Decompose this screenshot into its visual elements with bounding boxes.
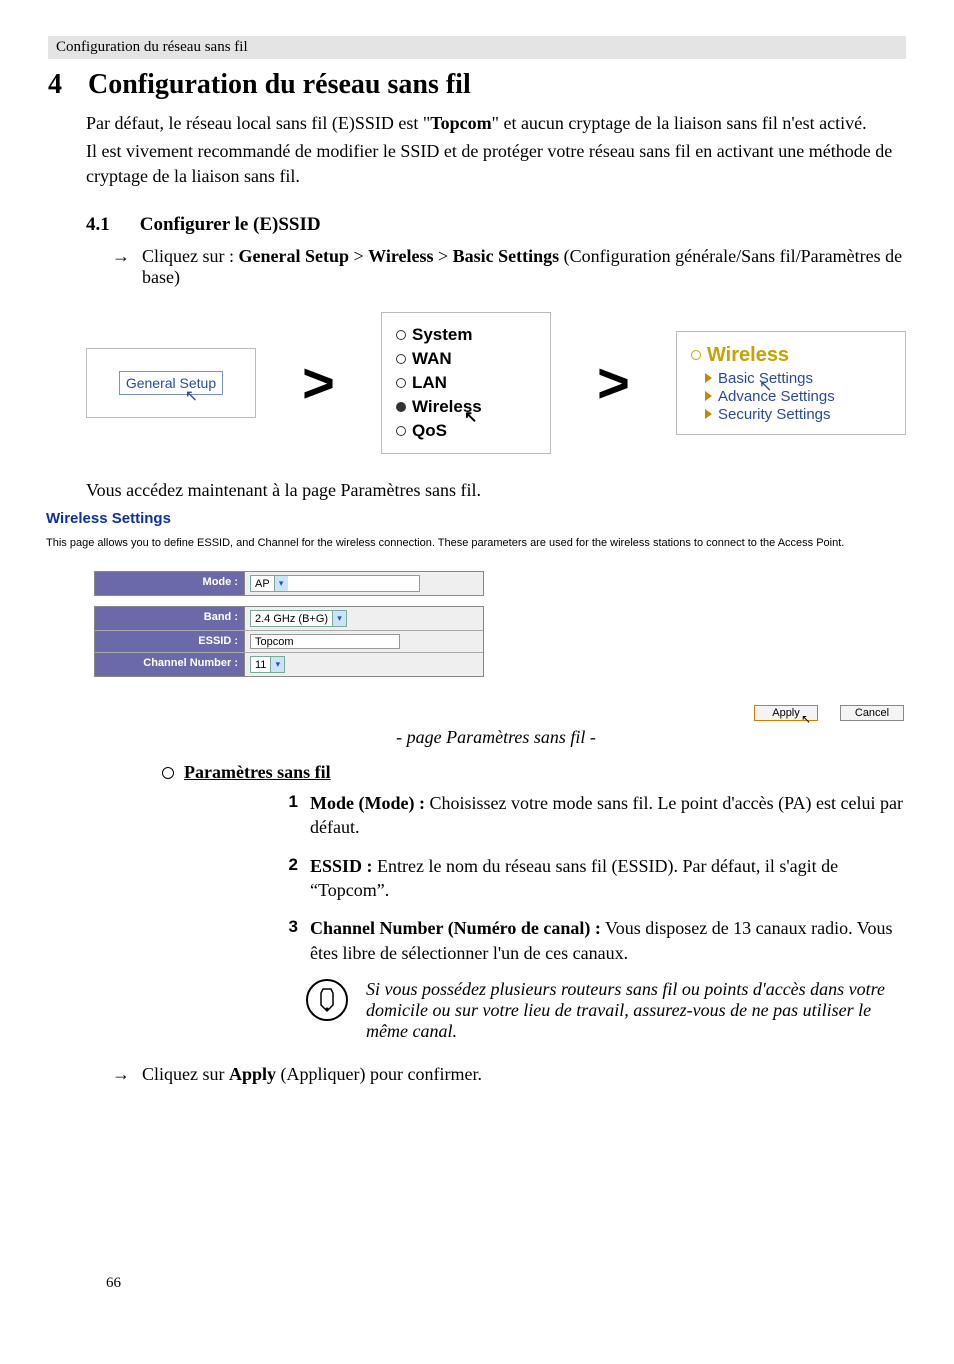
menu-item-wireless[interactable]: Wireless ↖ — [396, 397, 536, 417]
intro-paragraph-2: Il est vivement recommandé de modifier l… — [86, 139, 906, 188]
instruction-step-2: → Cliquez sur Apply (Appliquer) pour con… — [112, 1064, 906, 1085]
radio-unselected-icon — [396, 354, 406, 364]
chevron-right-icon: > — [302, 355, 335, 411]
select-value: 11 — [255, 659, 266, 671]
radio-unselected-icon — [396, 426, 406, 436]
chevron-down-icon: ▾ — [332, 611, 346, 626]
cancel-button[interactable]: Cancel — [840, 705, 904, 721]
note-text: Si vous possédez plusieurs routeurs sans… — [366, 979, 906, 1042]
chevron-down-icon: ▾ — [274, 576, 288, 591]
channel-select[interactable]: 11 ▾ — [250, 656, 285, 673]
ws-form-top: Mode : AP ▾ — [94, 571, 484, 596]
figure-caption: - page Paramètres sans fil - — [86, 727, 906, 748]
apply-button[interactable]: Apply ↖ — [754, 705, 818, 721]
radio-selected-icon — [691, 350, 701, 360]
section-heading: 4 Configuration du réseau sans fil — [48, 69, 906, 101]
select-value: 2.4 GHz (B+G) — [255, 613, 328, 625]
menu-item-wan[interactable]: WAN — [396, 349, 536, 369]
button-label: Apply — [772, 707, 800, 719]
instruction-step-1: → Cliquez sur : General Setup > Wireless… — [112, 246, 906, 288]
chevron-down-icon: ▾ — [270, 657, 284, 672]
cursor-icon: ↖ — [801, 712, 811, 726]
general-setup-button[interactable]: General Setup ↖ — [119, 371, 223, 395]
numbered-list: 1 Mode (Mode) : Choisissez votre mode sa… — [86, 791, 906, 965]
submenu-title: Wireless — [691, 344, 891, 367]
submenu-item-security-settings[interactable]: Security Settings — [705, 406, 891, 423]
button-label: General Setup — [126, 375, 216, 391]
note-block: Si vous possédez plusieurs routeurs sans… — [306, 979, 906, 1042]
cursor-icon: ↖ — [464, 407, 477, 427]
panel-wireless-submenu: Wireless Basic Settings ↖ Advance Settin… — [676, 331, 906, 435]
circle-bullet-icon — [162, 767, 174, 779]
menu-item-system[interactable]: System — [396, 325, 536, 345]
submenu-item-advance-settings[interactable]: Advance Settings — [705, 388, 891, 405]
wireless-heading-label: Paramètres sans fil — [184, 762, 331, 783]
page-number: 66 — [106, 1275, 121, 1292]
ws-description: This page allows you to define ESSID, an… — [46, 537, 906, 549]
submenu-item-basic-settings[interactable]: Basic Settings ↖ — [705, 370, 891, 387]
arrow-icon: → — [112, 1064, 130, 1085]
panel-main-menu: System WAN LAN Wireless ↖ QoS — [381, 312, 551, 454]
triangle-bullet-icon — [705, 409, 712, 419]
label-essid: ESSID : — [95, 631, 245, 652]
running-header: Configuration du réseau sans fil — [48, 36, 906, 59]
triangle-bullet-icon — [705, 373, 712, 383]
arrow-icon: → — [112, 246, 130, 288]
list-item: 2 ESSID : Entrez le nom du réseau sans f… — [282, 854, 906, 903]
radio-unselected-icon — [396, 378, 406, 388]
info-icon — [306, 979, 348, 1021]
section-title: Configuration du réseau sans fil — [88, 69, 471, 101]
list-item: 1 Mode (Mode) : Choisissez votre mode sa… — [282, 791, 906, 840]
wireless-heading: Paramètres sans fil — [162, 762, 906, 783]
mode-select[interactable]: AP ▾ — [250, 575, 420, 592]
band-select[interactable]: 2.4 GHz (B+G) ▾ — [250, 610, 347, 627]
triangle-bullet-icon — [705, 391, 712, 401]
label-band: Band : — [95, 607, 245, 630]
subsection-title: Configurer le (E)SSID — [140, 214, 321, 236]
radio-selected-icon — [396, 402, 406, 412]
select-value: AP — [255, 578, 270, 590]
after-nav-text: Vous accédez maintenant à la page Paramè… — [86, 478, 906, 502]
section-number: 4 — [48, 69, 66, 101]
panel-general-setup: General Setup ↖ — [86, 348, 256, 418]
intro-paragraph-1: Par défaut, le réseau local sans fil (E)… — [86, 111, 906, 135]
list-item: 3 Channel Number (Numéro de canal) : Vou… — [282, 916, 906, 965]
cursor-icon: ↖ — [185, 386, 198, 406]
subsection-number: 4.1 — [86, 214, 110, 236]
radio-unselected-icon — [396, 330, 406, 340]
menu-item-lan[interactable]: LAN — [396, 373, 536, 393]
essid-input[interactable]: Topcom — [250, 634, 400, 649]
label-channel: Channel Number : — [95, 653, 245, 676]
chevron-right-icon: > — [597, 355, 630, 411]
subsection-heading: 4.1 Configurer le (E)SSID — [86, 214, 906, 236]
label-mode: Mode : — [95, 572, 245, 595]
ws-title: Wireless Settings — [46, 510, 906, 527]
ws-form-main: Band : 2.4 GHz (B+G) ▾ ESSID : Topcom Ch… — [94, 606, 484, 677]
navigation-figure: General Setup ↖ > System WAN LAN Wireles… — [86, 312, 906, 454]
wireless-settings-screenshot: Wireless Settings This page allows you t… — [46, 510, 906, 721]
